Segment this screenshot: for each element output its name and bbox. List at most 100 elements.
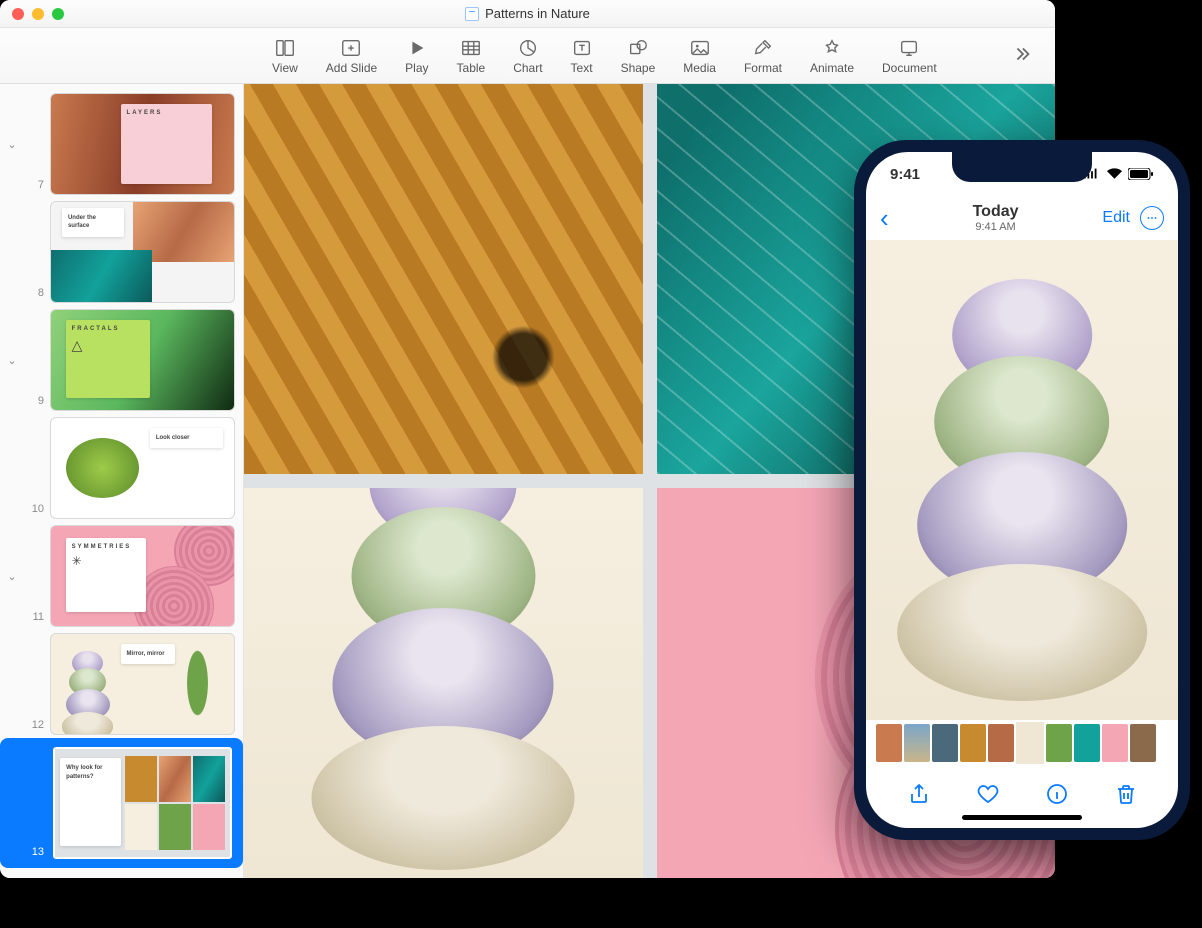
document-icon: [898, 37, 920, 59]
status-indicators: [1083, 168, 1154, 180]
add-slide-icon: [340, 37, 362, 59]
image-urchins[interactable]: [244, 488, 643, 878]
toolbar: View Add Slide Play Table Chart Text Sha…: [0, 28, 1055, 84]
film-thumb[interactable]: [988, 724, 1014, 762]
document-icon: [465, 7, 479, 21]
film-thumb[interactable]: [1102, 724, 1128, 762]
disclosure-icon[interactable]: ⌄: [4, 354, 20, 367]
share-button[interactable]: [907, 782, 931, 809]
media-label: Media: [683, 61, 716, 75]
home-indicator[interactable]: [962, 815, 1082, 820]
film-thumb[interactable]: [1074, 724, 1100, 762]
shape-label: Shape: [621, 61, 656, 75]
photo-content: [897, 314, 1147, 701]
status-time: 9:41: [890, 166, 920, 183]
film-thumb[interactable]: [904, 724, 930, 762]
toolbar-overflow-button[interactable]: [997, 43, 1047, 68]
text-icon: [571, 37, 593, 59]
window-title: Patterns in Nature: [0, 6, 1055, 21]
slide-navigator[interactable]: ⌄ 7 LAYERS 8 Under the surface: [0, 84, 244, 878]
photos-nav-bar: ‹ Today 9:41 AM Edit: [866, 196, 1178, 240]
text-label: Text: [571, 61, 593, 75]
film-thumb-selected[interactable]: [1016, 722, 1044, 764]
edit-button[interactable]: Edit: [1102, 209, 1130, 227]
play-label: Play: [405, 61, 428, 75]
iphone-screen: 9:41 ‹ Today 9:41 AM Edit: [866, 152, 1178, 828]
view-button[interactable]: View: [258, 37, 312, 75]
shape-icon: [627, 37, 649, 59]
slide-number: 7: [26, 179, 44, 195]
notch: [952, 152, 1092, 182]
slide-thumb-7[interactable]: ⌄ 7 LAYERS: [0, 90, 243, 198]
slide-thumb-9[interactable]: ⌄ 9 FRACTALS △: [0, 306, 243, 414]
slide-title: Look closer: [156, 435, 190, 441]
animate-button[interactable]: Animate: [796, 37, 868, 75]
thumbnail: Why look for patterns?: [50, 744, 235, 862]
more-button[interactable]: [1140, 206, 1164, 230]
trash-icon: [1114, 782, 1138, 806]
thumbnail: FRACTALS △: [50, 309, 235, 411]
favorite-button[interactable]: [976, 782, 1000, 809]
table-button[interactable]: Table: [443, 37, 500, 75]
document-button[interactable]: Document: [868, 37, 951, 75]
info-button[interactable]: [1045, 782, 1069, 809]
table-label: Table: [457, 61, 486, 75]
ellipsis-icon: [1145, 211, 1159, 225]
shape-button[interactable]: Shape: [607, 37, 670, 75]
play-icon: [406, 37, 428, 59]
media-icon: [689, 37, 711, 59]
disclosure-icon[interactable]: ⌄: [4, 138, 20, 151]
document-label: Document: [882, 61, 937, 75]
back-button[interactable]: ‹: [880, 203, 889, 234]
urchin-stack: [312, 488, 575, 870]
film-thumb[interactable]: [960, 724, 986, 762]
image-honeycomb[interactable]: [244, 84, 643, 474]
slide-number: 8: [26, 287, 44, 303]
slide-title: LAYERS: [127, 110, 207, 117]
battery-icon: [1128, 168, 1154, 180]
share-icon: [907, 782, 931, 806]
chevron-double-right-icon: [1011, 43, 1033, 65]
window-title-text: Patterns in Nature: [485, 6, 590, 21]
slide-title: Why look for patterns?: [66, 765, 102, 779]
slide-thumb-8[interactable]: 8 Under the surface: [0, 198, 243, 306]
slide-number: 12: [26, 719, 44, 735]
slide-thumb-11[interactable]: ⌄ 11 SYMMETRIES ✳: [0, 522, 243, 630]
wifi-icon: [1106, 168, 1123, 180]
media-button[interactable]: Media: [669, 37, 730, 75]
film-thumb[interactable]: [932, 724, 958, 762]
nav-title: Today: [973, 203, 1019, 221]
slide-thumb-13[interactable]: 13 Why look for patterns?: [0, 738, 243, 868]
table-icon: [460, 37, 482, 59]
view-label: View: [272, 61, 298, 75]
nav-title-group: Today 9:41 AM: [973, 203, 1019, 233]
film-thumb[interactable]: [876, 724, 902, 762]
slide-thumb-12[interactable]: 12 Mirror, mirror: [0, 630, 243, 738]
photo-viewer[interactable]: [866, 240, 1178, 720]
format-button[interactable]: Format: [730, 37, 796, 75]
delete-button[interactable]: [1114, 782, 1138, 809]
slide-number: 13: [26, 846, 44, 862]
slide-number: 10: [26, 503, 44, 519]
slide-number: 11: [26, 611, 44, 627]
format-icon: [752, 37, 774, 59]
text-button[interactable]: Text: [557, 37, 607, 75]
filmstrip[interactable]: [866, 720, 1178, 766]
titlebar: Patterns in Nature: [0, 0, 1055, 28]
film-thumb[interactable]: [1130, 724, 1156, 762]
film-thumb[interactable]: [1046, 724, 1072, 762]
chart-label: Chart: [513, 61, 542, 75]
thumbnail: Under the surface: [50, 201, 235, 303]
slide-number: 9: [26, 395, 44, 411]
chart-icon: [517, 37, 539, 59]
disclosure-icon[interactable]: ⌄: [4, 570, 20, 583]
slide-thumb-10[interactable]: 10 Look closer: [0, 414, 243, 522]
animate-icon: [821, 37, 843, 59]
heart-icon: [976, 782, 1000, 806]
thumbnail: Look closer: [50, 417, 235, 519]
animate-label: Animate: [810, 61, 854, 75]
chart-button[interactable]: Chart: [499, 37, 556, 75]
slide-title: FRACTALS: [72, 326, 144, 333]
play-button[interactable]: Play: [391, 37, 442, 75]
add-slide-button[interactable]: Add Slide: [312, 37, 391, 75]
